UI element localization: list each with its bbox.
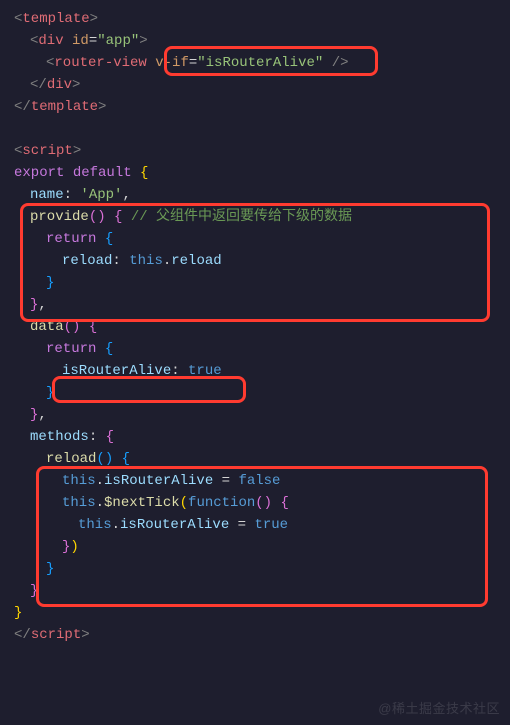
method-provide: provide — [30, 209, 89, 225]
code-line: </div> — [14, 74, 510, 96]
prop-name-val: 'App' — [80, 187, 122, 203]
code-line: reload() { — [14, 448, 510, 470]
code-line: <template> — [14, 8, 510, 30]
kw-this: this — [129, 253, 163, 269]
code-line: <div id="app"> — [14, 30, 510, 52]
code-line: <router-view v-if="isRouterAlive" /> — [14, 52, 510, 74]
kw-this2: this — [62, 495, 96, 511]
code-line: } — [14, 272, 510, 294]
tag-router-view: router-view — [54, 55, 146, 71]
attr-vif: v-if — [155, 55, 189, 71]
code-line: name: 'App', — [14, 184, 510, 206]
code-line: data() { — [14, 316, 510, 338]
code-line: } — [14, 580, 510, 602]
code-line: provide() { // 父组件中返回要传给下级的数据 — [14, 206, 510, 228]
kw-default: default — [73, 165, 132, 181]
ref-nextTick: $nextTick — [104, 495, 180, 511]
attr-vif-val: "isRouterAlive" — [197, 55, 323, 71]
code-line: this.isRouterAlive = false — [14, 470, 510, 492]
tag-div-close: div — [47, 77, 72, 93]
tag-script-close: script — [31, 627, 81, 643]
code-line: return { — [14, 338, 510, 360]
code-line: } — [14, 558, 510, 580]
ref-isRouterAlive2: isRouterAlive — [120, 517, 229, 533]
blank-line — [14, 118, 510, 140]
kw-this3: this — [78, 517, 112, 533]
kw-return: return — [46, 231, 96, 247]
code-line: return { — [14, 228, 510, 250]
code-line: } — [14, 602, 510, 624]
code-line: isRouterAlive: true — [14, 360, 510, 382]
code-line: this.isRouterAlive = true — [14, 514, 510, 536]
code-line: </script> — [14, 624, 510, 646]
kw-this1: this — [62, 473, 96, 489]
prop-reload: reload — [62, 253, 112, 269]
ref-isRouterAlive1: isRouterAlive — [104, 473, 213, 489]
val-true: true — [188, 363, 222, 379]
attr-id: id — [72, 33, 89, 49]
code-line: } — [14, 382, 510, 404]
code-line: this.$nextTick(function() { — [14, 492, 510, 514]
code-line: reload: this.reload — [14, 250, 510, 272]
val-true2: true — [254, 517, 288, 533]
code-line: export default { — [14, 162, 510, 184]
prop-methods: methods — [30, 429, 89, 445]
method-reload: reload — [46, 451, 96, 467]
code-line: methods: { — [14, 426, 510, 448]
attr-id-val: "app" — [97, 33, 139, 49]
val-false: false — [238, 473, 280, 489]
kw-export: export — [14, 165, 64, 181]
prop-name: name — [30, 187, 64, 203]
tag-div: div — [38, 33, 63, 49]
code-line: }) — [14, 536, 510, 558]
code-line: </template> — [14, 96, 510, 118]
tag-script-open: script — [22, 143, 72, 159]
comment: // 父组件中返回要传给下级的数据 — [131, 209, 352, 225]
tag-template-open: template — [22, 11, 89, 27]
kw-function: function — [188, 495, 255, 511]
method-data: data — [30, 319, 64, 335]
ref-reload: reload — [171, 253, 221, 269]
code-editor: <template> <div id="app"> <router-view v… — [0, 0, 510, 725]
watermark: @稀土掘金技术社区 — [378, 698, 500, 717]
code-line: <script> — [14, 140, 510, 162]
tag-template-close: template — [31, 99, 98, 115]
kw-return2: return — [46, 341, 96, 357]
code-line: }, — [14, 404, 510, 426]
code-line: }, — [14, 294, 510, 316]
prop-isRouterAlive: isRouterAlive — [62, 363, 171, 379]
